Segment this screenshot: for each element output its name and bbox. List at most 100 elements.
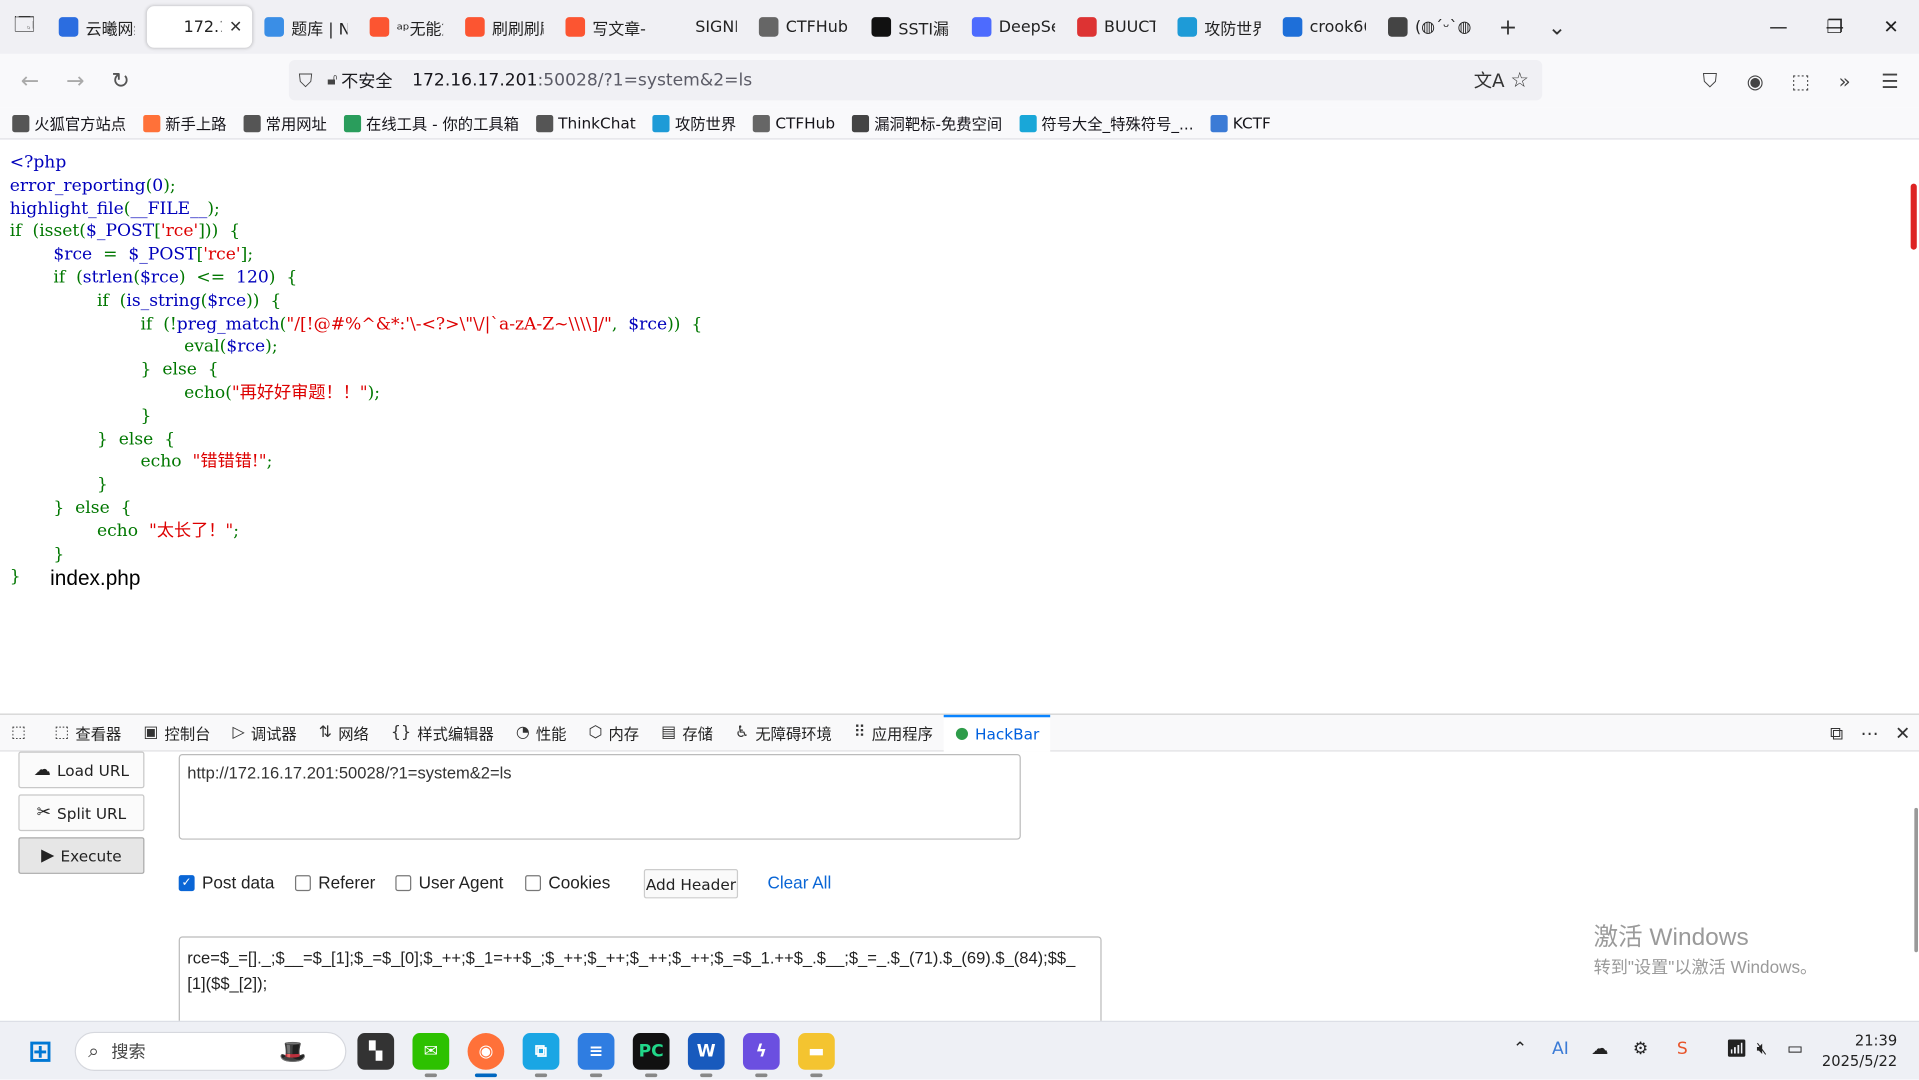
post-data-input[interactable]: rce=$_=[]._;$__=$_[1];$_=$_[0];$_++;$_1=… <box>178 936 1102 1035</box>
extensions-icon[interactable]: ⬚ <box>1783 64 1817 98</box>
devtools-scrollbar[interactable] <box>1914 807 1919 953</box>
checkbox[interactable]: ✓ <box>178 874 195 891</box>
security-label[interactable]: 不安全 <box>341 68 392 92</box>
devtools-tab-9[interactable]: ⠿ 应用程序 <box>843 714 944 751</box>
clear-all-link[interactable]: Clear All <box>767 873 831 893</box>
checkbox[interactable] <box>395 874 412 891</box>
battery-icon[interactable]: ▭ <box>1787 1039 1803 1059</box>
bookmark-item[interactable]: 火狐官方站点 <box>12 111 126 134</box>
tab-10[interactable]: BUUCTF <box>1067 6 1165 48</box>
checkbox[interactable] <box>294 874 311 891</box>
url-path[interactable]: :50028/?1=system&2=ls <box>538 70 753 90</box>
tab-8[interactable]: SSTI漏洞 <box>862 6 960 48</box>
tab-5[interactable]: 写文章-( <box>556 6 656 48</box>
volume-muted-icon[interactable]: 🔇︎ <box>1756 1039 1767 1059</box>
tab-11[interactable]: 攻防世界 <box>1168 6 1271 48</box>
url-bar[interactable]: ⛉ 🔓︎ 不安全 172.16.17.201:50028/?1=system&2… <box>288 59 1543 101</box>
devtools-tab-2[interactable]: ▷ 调试器 <box>221 714 307 751</box>
wechat-icon[interactable]: ✉ <box>412 1033 450 1070</box>
notepad-icon[interactable]: ≡ <box>577 1033 615 1070</box>
tab-12[interactable]: crook66 <box>1273 6 1376 48</box>
tab-3[interactable]: ᵃᵖ无能篇 <box>360 6 453 48</box>
back-icon[interactable]: ← <box>7 61 52 100</box>
show-hidden-icons-icon[interactable]: ⌃ <box>1513 1039 1527 1059</box>
checkbox[interactable] <box>525 874 542 891</box>
file-explorer-icon[interactable]: ▬ <box>798 1033 835 1070</box>
system-clock[interactable]: 21:39 2025/5/22 <box>1816 1031 1897 1073</box>
option-checkbox-2[interactable]: User Agent <box>395 873 503 892</box>
minimize-icon[interactable]: — <box>1750 0 1806 54</box>
tab-1[interactable]: 172.16.17 ✕ <box>146 6 253 48</box>
bookmark-item[interactable]: CTFHub <box>753 114 835 132</box>
bookmark-item[interactable]: ThinkChat <box>536 114 636 132</box>
execute-button[interactable]: ▶ Execute <box>18 837 145 874</box>
devtools-tab-6[interactable]: ⬡ 内存 <box>577 714 650 751</box>
devtools-more-icon[interactable]: ⋯ <box>1853 722 1886 744</box>
bookmark-item[interactable]: 漏洞靶标-免费空间 <box>852 111 1002 134</box>
tab-overview-icon[interactable]: 🗔 <box>0 0 49 54</box>
bookmark-item[interactable]: 常用网址 <box>243 111 327 134</box>
devtools-tab-10[interactable]: ● HackBar <box>943 714 1051 751</box>
tab-7[interactable]: CTFHub <box>749 6 859 48</box>
tab-9[interactable]: DeepSe <box>962 6 1065 48</box>
devtools-tab-5[interactable]: ◔ 性能 <box>505 714 578 751</box>
bookmark-item[interactable]: 新手上路 <box>143 111 226 134</box>
account-icon[interactable]: ◉ <box>1738 64 1772 98</box>
bookmark-item[interactable]: 攻防世界 <box>652 111 736 134</box>
tab-6[interactable]: SIGNIN <box>659 6 747 48</box>
devtools-close-icon[interactable]: ✕ <box>1886 722 1919 744</box>
page-scrollbar[interactable] <box>1910 183 1917 250</box>
taskbar-search[interactable]: ⌕ 搜索 🎩 <box>74 1031 347 1071</box>
bookmark-item[interactable]: 在线工具 - 你的工具箱 <box>344 111 519 134</box>
bookmark-item[interactable]: 符号大全_特殊符号_... <box>1019 111 1194 134</box>
tab-4[interactable]: 刷刷刷刷 <box>455 6 553 48</box>
url-host[interactable]: 172.16.17.201 <box>412 70 537 90</box>
wifi-icon[interactable]: 📶︎ <box>1726 1039 1748 1059</box>
cloud-sync-icon[interactable]: ☁ <box>1591 1039 1608 1059</box>
insecure-lock-icon[interactable]: 🔓︎ <box>327 71 337 89</box>
tab-2[interactable]: 题库 | N <box>255 6 358 48</box>
pocket-icon[interactable]: ⛉ <box>1693 64 1727 98</box>
element-picker-icon[interactable]: ⬚ <box>0 714 43 751</box>
devtools-tab-7[interactable]: ▤ 存储 <box>650 714 724 751</box>
dock-side-icon[interactable]: ⧉ <box>1820 722 1853 744</box>
tab-0[interactable]: 云曦网络 <box>49 6 144 48</box>
tab-close-icon[interactable]: ✕ <box>229 18 242 36</box>
ai-assistant-icon[interactable]: AI <box>1552 1039 1569 1059</box>
tool-app-icon[interactable]: ϟ <box>742 1033 780 1070</box>
translate-icon[interactable]: 文A <box>1474 67 1505 93</box>
hackbar-url-input[interactable]: http://172.16.17.201:50028/?1=system&2=l… <box>178 753 1021 840</box>
option-checkbox-0[interactable]: ✓ Post data <box>178 873 274 892</box>
input-method-icon[interactable]: S <box>1677 1039 1688 1059</box>
reload-icon[interactable]: ↻ <box>98 61 143 100</box>
word-icon[interactable]: W <box>687 1033 725 1070</box>
option-checkbox-1[interactable]: Referer <box>294 873 375 892</box>
close-window-icon[interactable]: ✕ <box>1863 0 1919 54</box>
split-url-button[interactable]: ✂ Split URL <box>18 794 145 832</box>
firefox-icon[interactable]: ◉ <box>467 1033 505 1070</box>
search-highlight-icon: 🎩 <box>279 1038 307 1065</box>
devtools-tab-1[interactable]: ▣ 控制台 <box>132 714 221 751</box>
network-app-icon[interactable]: ⚙ <box>1633 1039 1648 1059</box>
load-url-button[interactable]: ☁ Load URL <box>18 751 145 789</box>
devtools-tab-0[interactable]: ⬚ 查看器 <box>43 714 132 751</box>
tab-13[interactable]: (◍´ᵕ`◍) <box>1378 6 1481 48</box>
devtools-tab-4[interactable]: {} 样式编辑器 <box>380 714 505 751</box>
option-checkbox-3[interactable]: Cookies <box>525 873 610 892</box>
forward-icon[interactable]: → <box>53 61 98 100</box>
menu-icon[interactable]: ☰ <box>1873 64 1907 98</box>
task-view-icon[interactable]: ▚ <box>357 1033 395 1070</box>
devtools-tab-8[interactable]: ♿ 无障碍环境 <box>724 714 843 751</box>
bookmark-item[interactable]: KCTF <box>1210 114 1271 132</box>
new-tab-button[interactable]: + <box>1483 14 1532 40</box>
list-all-tabs-icon[interactable]: ⌄ <box>1532 14 1581 40</box>
add-header-button[interactable]: Add Header <box>643 869 739 899</box>
restore-icon[interactable]: ❐ <box>1807 0 1863 54</box>
bookmark-star-icon[interactable]: ☆ <box>1510 68 1529 92</box>
start-menu-icon[interactable]: ⊞ <box>22 1033 59 1070</box>
more-tools-icon[interactable]: » <box>1827 64 1861 98</box>
pycharm-icon[interactable]: PC <box>632 1033 670 1070</box>
app-icon[interactable]: ⧉ <box>522 1033 560 1070</box>
devtools-tab-3[interactable]: ⇅ 网络 <box>308 714 380 751</box>
tracking-shield-icon[interactable]: ⛉ <box>299 69 313 91</box>
